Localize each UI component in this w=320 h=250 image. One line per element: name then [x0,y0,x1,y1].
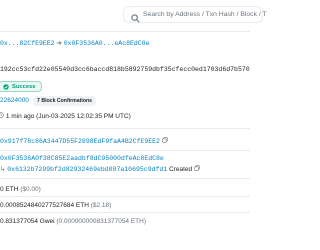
tx-hash: 192cc53cfd22e05540d3cc6baccd818b5892759d… [0,66,250,73]
copy-icon[interactable] [162,137,168,146]
interacted-with-row: 0x0F3536A0f38C85E2aadbf8dC95000dfeAc8EdC… [0,155,164,163]
fee-eth: 0.0008524840277527684 ETH [0,202,89,209]
status-text: Success [12,84,36,90]
header-to-link[interactable]: 0x0F3536A0...eAc8EdC8e [64,40,150,47]
fee-usd: ($2.18) [90,202,112,209]
corner-arrow-icon: ↳ [0,166,6,173]
gas-price-row: 0.831377054 Gwei (0.000000000831377054 E… [0,218,146,226]
gas-price-gwei: 0.831377054 Gwei [0,218,55,225]
value-eth: 0 ETH [0,186,19,193]
from-address-link[interactable]: 0x917f78c86A3447D55F2898EdF9faA4B2CfE9EE… [0,138,160,145]
copy-icon[interactable] [194,165,200,174]
section-divider-5 [0,212,250,213]
timestamp-row: 1 min ago (Jun-03-2025 12:02:35 PM UTC) [0,112,131,121]
search-input[interactable]: Search by Address / Txn Hash / Block / T [143,11,267,18]
block-number-link[interactable]: 22624000 [0,97,29,105]
section-divider-2 [0,150,250,151]
header-divider [0,31,250,32]
status-badge: Success [0,81,42,92]
value-row: 0 ETH ($0.00) [0,186,41,194]
internal-transaction-row: ↳ 0x6132b7299bf2d82932469ebd087a10695c9d… [0,165,200,174]
timestamp-text: 1 min ago (Jun-03-2025 12:02:35 PM UTC) [5,113,131,120]
section-divider-1 [0,128,250,129]
internal-address-link[interactable]: 0x6132b7299bf2d82932469ebd087a10695c9dfd… [7,166,167,173]
internal-status-text: Created [169,166,193,173]
search-box[interactable]: Search by Address / Txn Hash / Block / T [123,6,267,23]
section-divider-3 [0,178,250,179]
contract-address-link[interactable]: 0x0F3536A0f38C85E2aadbf8dC95000dfeAc8EdC… [0,155,164,162]
fee-row: 0.0008524840277527684 ETH ($2.18) [0,202,111,210]
header-from-link[interactable]: 0x...82CfE9EE2 [0,40,55,47]
confirmations-badge: 7 Block Confirmations [33,96,97,106]
section-divider-4 [0,196,250,197]
gas-price-eth: (0.000000000831377054 ETH) [56,218,147,225]
value-usd: ($0.00) [20,186,41,193]
search-icon [131,10,140,28]
from-row: 0x917f78c86A3447D55F2898EdF9faA4B2CfE9EE… [0,137,168,146]
header-transfer-summary: 0x...82CfE9EE2 ➜ 0x0F3536A0...eAc8EdC8e [0,40,150,48]
arrow-right-icon: ➜ [56,40,62,47]
check-circle-icon [3,84,9,95]
